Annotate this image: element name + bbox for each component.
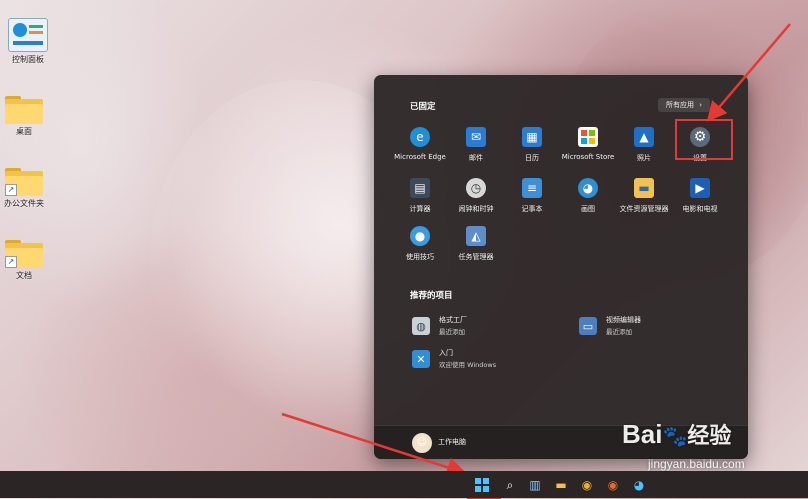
chevron-right-icon: › xyxy=(699,101,703,109)
folder-icon: ↗ xyxy=(5,168,43,196)
calendar-icon: ▦ xyxy=(522,127,542,147)
desktop-icon-label: 文档 xyxy=(16,271,32,280)
photos-icon: ▲ xyxy=(634,127,654,147)
pinned-app-calendar[interactable]: ▦ 日历 xyxy=(503,127,561,163)
recommended-item-title: 格式工厂 xyxy=(439,316,467,324)
pinned-app-label: 电影和电视 xyxy=(682,205,718,213)
pinned-app-label: Microsoft Edge xyxy=(394,153,446,161)
edge-icon: e xyxy=(410,127,430,147)
watermark-suffix: 经验 xyxy=(687,423,732,448)
pinned-app-label: 任务管理器 xyxy=(458,253,494,261)
baidu-watermark: Bai🐾经验 xyxy=(622,418,731,450)
desktop-icon-folder-shortcut[interactable]: ↗ 办公文件夹 xyxy=(0,168,52,209)
recommended-item-subtitle: 欢迎使用 Windows xyxy=(439,361,497,369)
shortcut-arrow-icon: ↗ xyxy=(5,184,17,196)
recommended-item[interactable]: ▭ 视频编辑器 最近添加 xyxy=(579,315,729,341)
folder-icon: ↗ xyxy=(5,240,43,268)
watermark-brand: Bai xyxy=(622,419,663,449)
recommended-item-subtitle: 最近添加 xyxy=(606,328,632,336)
store-icon xyxy=(578,127,598,147)
task-manager-icon: ◭ xyxy=(466,226,486,246)
pinned-app-tips[interactable]: ● 使用技巧 xyxy=(391,226,449,262)
pinned-app-label: 记事本 xyxy=(521,205,543,213)
desktop-icon-control-panel[interactable]: 控制面板 xyxy=(0,18,56,65)
pinned-app-label: 闹钟和时钟 xyxy=(458,205,494,213)
calculator-icon: ▤ xyxy=(410,178,430,198)
folder-icon xyxy=(5,96,43,124)
taskbar: ⌕ ▥ ▬ ◉ ◉ ◕ xyxy=(0,471,808,498)
pinned-app-label: 邮件 xyxy=(469,154,483,162)
desktop-icon-label: 桌面 xyxy=(16,127,32,136)
movies-icon: ▶ xyxy=(690,178,710,198)
watermark-url: jingyan.baidu.com xyxy=(648,457,745,471)
notepad-icon: ≡ xyxy=(522,178,542,198)
pinned-app-label: Microsoft Store xyxy=(561,153,615,161)
windows-logo-icon xyxy=(475,478,489,492)
clock-icon: ◷ xyxy=(466,178,486,198)
paint-icon: ◕ xyxy=(578,178,598,198)
pinned-section-title: 已固定 xyxy=(410,102,436,112)
pinned-app-label: 计算器 xyxy=(409,205,431,213)
desktop-icon-label: 办公文件夹 xyxy=(4,199,44,208)
format-factory-icon: ◍ xyxy=(412,317,430,335)
recommended-item-title: 视频编辑器 xyxy=(606,316,641,324)
recommended-item-subtitle: 最近添加 xyxy=(439,328,465,336)
paw-icon: 🐾 xyxy=(662,426,688,448)
avatar[interactable]: ☺ xyxy=(412,433,432,453)
get-started-icon: ✕ xyxy=(412,350,430,368)
pinned-app-store[interactable]: Microsoft Store xyxy=(559,127,617,161)
desktop-icon-label: 控制面板 xyxy=(12,55,44,64)
all-apps-button[interactable]: 所有应用 › xyxy=(658,98,710,112)
pinned-app-task-manager[interactable]: ◭ 任务管理器 xyxy=(447,226,505,262)
file-explorer-taskbar-icon[interactable]: ▬ xyxy=(552,476,570,494)
desktop-icon-folder[interactable]: 桌面 xyxy=(0,96,52,137)
pinned-app-movies[interactable]: ▶ 电影和电视 xyxy=(671,178,729,214)
recommended-section-title: 推荐的项目 xyxy=(410,291,453,301)
control-panel-icon xyxy=(8,18,48,52)
video-editor-icon: ▭ xyxy=(579,317,597,335)
pinned-app-label: 文件资源管理器 xyxy=(619,205,669,213)
user-name[interactable]: 工作电脑 xyxy=(438,437,466,447)
pinned-app-calculator[interactable]: ▤ 计算器 xyxy=(391,178,449,214)
search-icon[interactable]: ⌕ xyxy=(501,476,519,494)
pinned-app-label: 画图 xyxy=(581,205,595,213)
file-explorer-icon: ▬ xyxy=(634,178,654,198)
shortcut-arrow-icon: ↗ xyxy=(5,256,17,268)
mail-icon: ✉ xyxy=(466,127,486,147)
all-apps-label: 所有应用 xyxy=(665,101,694,109)
pinned-app-notepad[interactable]: ≡ 记事本 xyxy=(503,178,561,214)
settings-highlight-box xyxy=(675,119,733,160)
pinned-app-photos[interactable]: ▲ 照片 xyxy=(615,127,673,163)
pinned-app-edge[interactable]: e Microsoft Edge xyxy=(391,127,449,161)
recommended-item[interactable]: ✕ 入门 欢迎使用 Windows xyxy=(412,348,562,374)
pinned-app-paint[interactable]: ◕ 画图 xyxy=(559,178,617,214)
widgets-icon[interactable]: ▥ xyxy=(526,476,544,494)
chrome-icon[interactable]: ◉ xyxy=(578,476,596,494)
recommended-item-title: 入门 xyxy=(439,349,453,357)
pinned-app-label: 日历 xyxy=(525,154,539,162)
pinned-app-mail[interactable]: ✉ 邮件 xyxy=(447,127,505,163)
start-button[interactable] xyxy=(473,476,491,494)
paint-taskbar-icon[interactable]: ◕ xyxy=(630,476,648,494)
recommended-item[interactable]: ◍ 格式工厂 最近添加 xyxy=(412,315,562,341)
pinned-app-label: 照片 xyxy=(637,154,651,162)
chrome-alt-icon[interactable]: ◉ xyxy=(604,476,622,494)
desktop-icon-folder-shortcut[interactable]: ↗ 文档 xyxy=(0,240,52,281)
pinned-app-file-explorer[interactable]: ▬ 文件资源管理器 xyxy=(615,178,673,214)
pinned-app-clock[interactable]: ◷ 闹钟和时钟 xyxy=(447,178,505,214)
tips-icon: ● xyxy=(410,226,430,246)
pinned-app-label: 使用技巧 xyxy=(406,253,434,261)
